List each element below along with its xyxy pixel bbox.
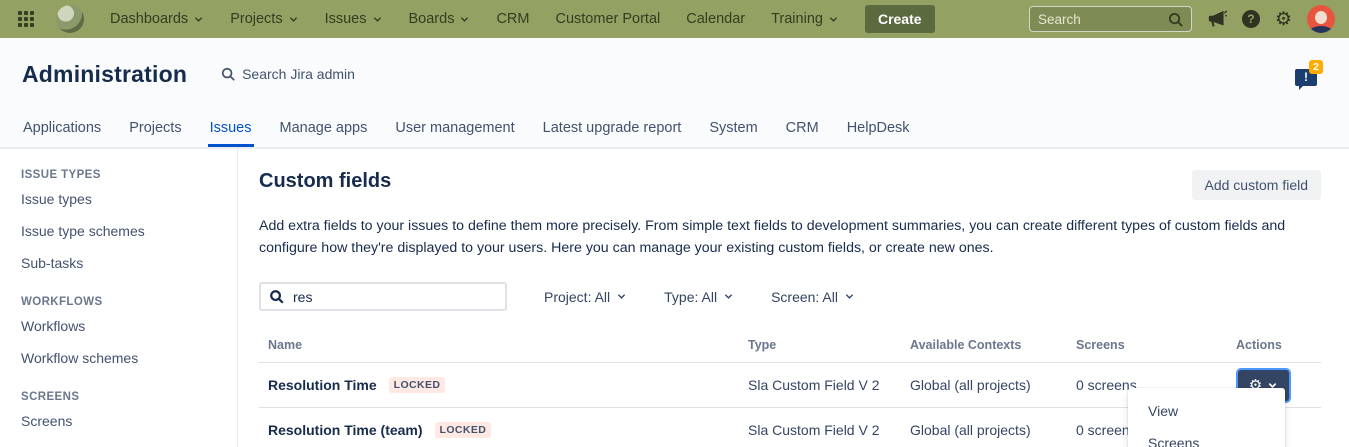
nav-calendar-label: Calendar <box>686 11 745 27</box>
sidebar-item-issue-type-schemes[interactable]: Issue type schemes <box>21 215 237 247</box>
nav-customer-portal-label: Customer Portal <box>555 11 660 27</box>
nav-projects-label: Projects <box>230 11 282 27</box>
settings-gear-icon[interactable]: ⚙ <box>1275 10 1292 29</box>
tab-helpdesk[interactable]: HelpDesk <box>845 110 912 147</box>
header-actions: Actions <box>1236 338 1321 352</box>
chevron-down-icon <box>828 14 839 25</box>
create-button[interactable]: Create <box>865 5 935 33</box>
filter-type[interactable]: Type: All <box>664 289 734 305</box>
custom-field-search-input[interactable] <box>293 289 497 305</box>
field-contexts: Global (all projects) <box>910 422 1076 438</box>
admin-tabs: Applications Projects Issues Manage apps… <box>0 110 1349 149</box>
nav-training[interactable]: Training <box>761 11 849 27</box>
nav-dashboards[interactable]: Dashboards <box>100 11 214 27</box>
nav-issues-label: Issues <box>325 11 367 27</box>
top-navigation-bar: Dashboards Projects Issues Boards CRM Cu… <box>0 0 1349 38</box>
filter-project-label: Project: All <box>544 289 610 305</box>
locked-badge: LOCKED <box>435 422 492 438</box>
nav-training-label: Training <box>771 11 823 27</box>
sidebar-section-issue-types: ISSUE TYPES <box>21 169 237 181</box>
chevron-down-icon <box>459 14 470 25</box>
admin-header: Administration Search Jira admin ! 2 <box>0 38 1349 110</box>
chevron-down-icon <box>193 14 204 25</box>
header-name: Name <box>259 338 748 352</box>
add-custom-field-button[interactable]: Add custom field <box>1192 170 1322 200</box>
menu-item-screens[interactable]: Screens <box>1128 427 1285 447</box>
nav-crm-label: CRM <box>496 11 529 27</box>
chevron-down-icon <box>288 14 299 25</box>
nav-customer-portal[interactable]: Customer Portal <box>545 11 670 27</box>
announcements-icon[interactable] <box>1207 10 1227 28</box>
user-avatar[interactable] <box>1307 5 1335 33</box>
chevron-down-icon <box>616 291 627 302</box>
table-header-row: Name Type Available Contexts Screens Act… <box>259 330 1321 363</box>
chevron-down-icon <box>723 291 734 302</box>
tab-crm[interactable]: CRM <box>784 110 821 147</box>
field-contexts: Global (all projects) <box>910 377 1076 393</box>
global-search-input[interactable] <box>1038 12 1168 27</box>
filter-project[interactable]: Project: All <box>544 289 627 305</box>
locked-badge: LOCKED <box>389 377 446 393</box>
nav-dashboards-label: Dashboards <box>110 11 188 27</box>
nav-boards[interactable]: Boards <box>399 11 481 27</box>
field-name[interactable]: Resolution Time (team) <box>268 422 423 438</box>
custom-fields-description: Add extra fields to your issues to defin… <box>259 215 1321 259</box>
notification-count-badge: 2 <box>1309 60 1323 74</box>
tab-applications[interactable]: Applications <box>21 110 103 147</box>
filter-screen[interactable]: Screen: All <box>771 289 855 305</box>
header-available-contexts: Available Contexts <box>910 338 1076 352</box>
search-jira-admin-label: Search Jira admin <box>242 66 355 82</box>
field-type: Sla Custom Field V 2 <box>748 377 910 393</box>
tab-manage-apps[interactable]: Manage apps <box>278 110 370 147</box>
filter-type-label: Type: All <box>664 289 717 305</box>
sidebar-item-screens[interactable]: Screens <box>21 405 237 437</box>
tab-user-management[interactable]: User management <box>393 110 516 147</box>
nav-issues[interactable]: Issues <box>315 11 393 27</box>
site-logo[interactable] <box>56 5 84 33</box>
feedback-notification-icon[interactable]: ! 2 <box>1295 62 1321 86</box>
app-switcher-icon[interactable] <box>18 11 34 27</box>
field-name[interactable]: Resolution Time <box>268 377 377 393</box>
global-search[interactable] <box>1029 6 1192 32</box>
search-icon <box>269 289 284 304</box>
sidebar-item-sub-tasks[interactable]: Sub-tasks <box>21 247 237 279</box>
search-icon <box>221 67 235 81</box>
chevron-down-icon <box>844 291 855 302</box>
nav-calendar[interactable]: Calendar <box>676 11 755 27</box>
actions-dropdown-menu: View Screens <box>1128 388 1285 447</box>
nav-crm[interactable]: CRM <box>486 11 539 27</box>
sidebar-section-screens: SCREENS <box>21 391 237 403</box>
search-icon <box>1168 12 1183 27</box>
help-icon[interactable]: ? <box>1242 10 1260 28</box>
chevron-down-icon <box>372 14 383 25</box>
admin-sidebar: ISSUE TYPES Issue types Issue type schem… <box>0 149 238 447</box>
page-title: Administration <box>22 61 187 88</box>
custom-field-search[interactable] <box>259 282 507 311</box>
sidebar-item-issue-types[interactable]: Issue types <box>21 183 237 215</box>
header-type: Type <box>748 338 910 352</box>
sidebar-item-workflows[interactable]: Workflows <box>21 310 237 342</box>
header-screens: Screens <box>1076 338 1236 352</box>
search-jira-admin[interactable]: Search Jira admin <box>221 66 355 82</box>
menu-item-view[interactable]: View <box>1128 395 1285 427</box>
nav-boards-label: Boards <box>409 11 455 27</box>
custom-fields-title: Custom fields <box>259 170 391 193</box>
nav-projects[interactable]: Projects <box>220 11 308 27</box>
sidebar-section-workflows: WORKFLOWS <box>21 296 237 308</box>
filter-screen-label: Screen: All <box>771 289 838 305</box>
tab-projects[interactable]: Projects <box>127 110 183 147</box>
tab-system[interactable]: System <box>707 110 759 147</box>
tab-issues[interactable]: Issues <box>208 110 254 147</box>
sidebar-item-workflow-schemes[interactable]: Workflow schemes <box>21 342 237 374</box>
field-type: Sla Custom Field V 2 <box>748 422 910 438</box>
tab-latest-upgrade-report[interactable]: Latest upgrade report <box>541 110 684 147</box>
